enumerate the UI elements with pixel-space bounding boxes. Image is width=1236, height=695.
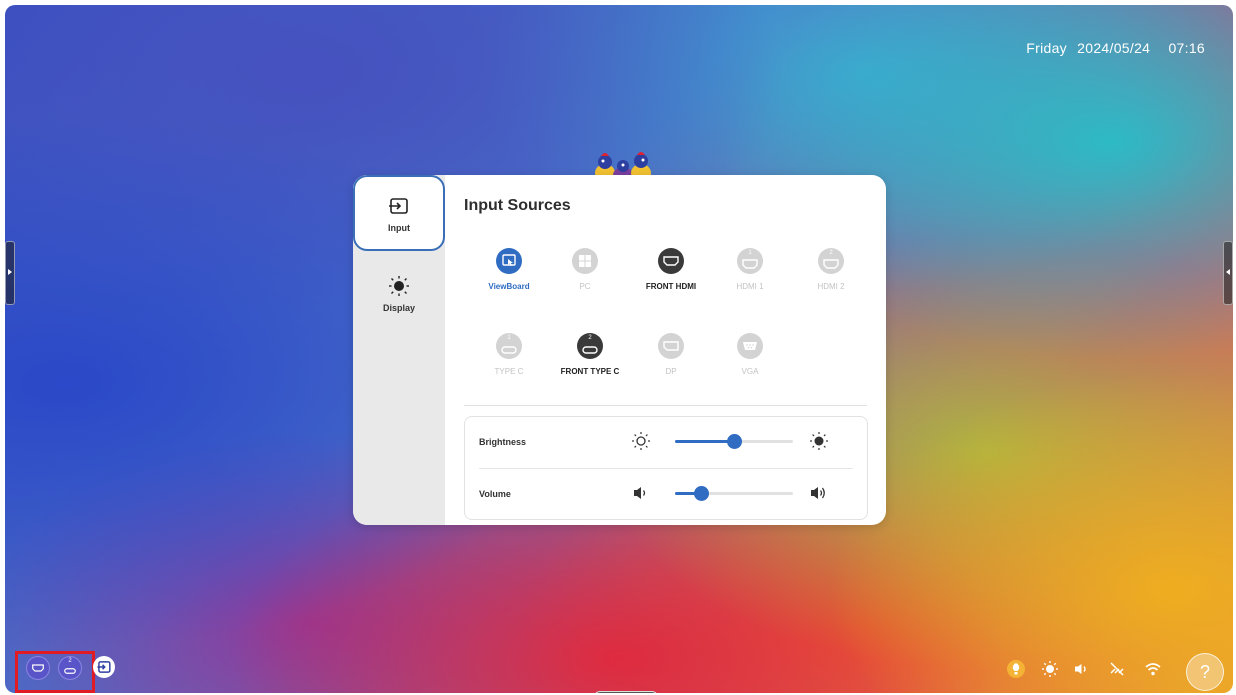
source-label: HDMI 1	[736, 282, 764, 291]
brightness-label: Brightness	[479, 437, 527, 447]
expand-right-icon	[8, 269, 12, 275]
input-settings-panel: Input Display Input Sources ViewBoard PC…	[353, 175, 886, 525]
displayport-icon	[658, 333, 684, 359]
tab-input[interactable]: Input	[353, 175, 445, 251]
divider	[464, 405, 867, 406]
usb-c-icon: 2	[577, 333, 603, 359]
input-icon	[389, 198, 408, 214]
source-dp[interactable]: DP	[636, 333, 706, 376]
tab-display-label: Display	[382, 303, 415, 313]
viewboard-icon	[496, 248, 522, 274]
volume-slider[interactable]	[675, 486, 793, 501]
input-source-button[interactable]	[93, 656, 115, 678]
hdmi-icon	[658, 248, 684, 274]
windows-icon	[572, 248, 598, 274]
volume-row: Volume	[465, 469, 867, 519]
bottom-toolbar-handle[interactable]	[594, 691, 658, 693]
brightness-row: Brightness	[465, 417, 867, 467]
source-label: PC	[579, 282, 591, 291]
source-front-type-c[interactable]: 2 FRONT TYPE C	[555, 333, 625, 376]
port-number: 1	[748, 250, 752, 256]
status-clock: Friday 2024/05/24 07:16	[1026, 40, 1205, 56]
source-label: FRONT TYPE C	[560, 367, 620, 376]
volume-icon[interactable]	[1072, 659, 1092, 679]
slider-fill	[675, 440, 734, 443]
volume-low-icon[interactable]	[631, 483, 651, 503]
slider-knob[interactable]	[693, 486, 709, 501]
source-label: TYPE C	[494, 367, 524, 376]
source-label: HDMI 2	[817, 282, 845, 291]
tab-input-label: Input	[388, 223, 410, 233]
panel-sidebar: Input Display	[353, 175, 445, 525]
highlight-box	[15, 651, 95, 693]
hdmi-icon: 1	[737, 248, 763, 274]
network-disconnected-icon[interactable]	[1107, 659, 1127, 679]
brightness-low-icon[interactable]	[631, 431, 651, 451]
volume-label: Volume	[479, 489, 511, 499]
source-hdmi-2[interactable]: 2 HDMI 2	[796, 248, 866, 291]
quick-controls: Brightness Volume	[464, 416, 868, 520]
desktop-background: Friday 2024/05/24 07:16 Input Display In…	[5, 5, 1233, 693]
port-number: 1	[507, 335, 511, 341]
clock-day: Friday	[1026, 40, 1067, 56]
input-icon	[97, 661, 111, 673]
source-vga[interactable]: VGA	[715, 333, 785, 376]
eye-care-icon[interactable]	[1006, 659, 1026, 679]
wifi-icon[interactable]	[1143, 659, 1163, 679]
source-type-c[interactable]: 1 TYPE C	[474, 333, 544, 376]
source-label: FRONT HDMI	[645, 282, 697, 291]
usb-c-icon: 1	[496, 333, 522, 359]
clock-date: 2024/05/24	[1077, 40, 1151, 56]
vga-icon	[737, 333, 763, 359]
source-label: ViewBoard	[488, 282, 530, 291]
port-number: 2	[829, 250, 833, 256]
source-label: VGA	[741, 367, 759, 376]
source-hdmi-1[interactable]: 1 HDMI 1	[715, 248, 785, 291]
volume-high-icon[interactable]	[809, 483, 829, 503]
brightness-high-icon[interactable]	[809, 431, 829, 451]
source-label: DP	[665, 367, 677, 376]
port-number: 2	[588, 335, 592, 341]
left-sidebar-handle[interactable]	[5, 241, 15, 305]
tab-display[interactable]: Display	[353, 267, 445, 343]
panel-title: Input Sources	[464, 197, 571, 214]
help-button[interactable]: ?	[1186, 653, 1224, 691]
brightness-slider[interactable]	[675, 434, 793, 449]
right-sidebar-handle[interactable]	[1223, 241, 1233, 305]
brightness-icon	[389, 276, 409, 296]
source-front-hdmi[interactable]: FRONT HDMI	[636, 248, 706, 291]
brightness-icon[interactable]	[1040, 659, 1060, 679]
source-pc[interactable]: PC	[550, 248, 620, 291]
clock-time: 07:16	[1168, 40, 1205, 56]
source-viewboard[interactable]: ViewBoard	[474, 248, 544, 291]
slider-knob[interactable]	[727, 434, 742, 449]
expand-left-icon	[1226, 269, 1230, 275]
hdmi-icon: 2	[818, 248, 844, 274]
